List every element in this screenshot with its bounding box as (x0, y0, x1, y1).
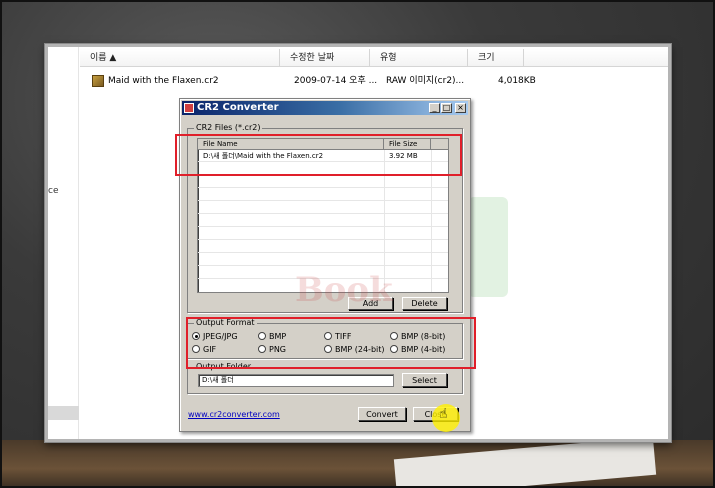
radio-gif-label: GIF (203, 345, 217, 354)
convert-button[interactable]: Convert (358, 407, 406, 421)
list-header-filesize[interactable]: File Size (384, 139, 431, 150)
file-type: RAW 이미지(cr2)... (386, 76, 465, 86)
column-name[interactable]: 이름 ▲ (80, 49, 280, 67)
radio-bmp-dot (258, 332, 266, 340)
navigation-pane: ce (48, 47, 79, 439)
radio-bmp-4bit-label: BMP (4-bit) (401, 345, 446, 354)
radio-png-dot (258, 345, 266, 353)
maximize-button[interactable]: □ (441, 103, 452, 113)
minimize-button[interactable]: _ (429, 103, 440, 113)
list-empty-row (198, 176, 448, 188)
folder-group-title: Output Folder (194, 362, 254, 371)
watermark-text: Book (295, 270, 393, 310)
list-empty-row (198, 189, 448, 201)
hand-cursor-icon: ☝ (439, 406, 448, 422)
radio-bmp-24bit[interactable]: BMP (24-bit) (324, 345, 385, 355)
output-folder-field[interactable]: D:\새 폴더 (198, 374, 394, 387)
radio-tiff-label: TIFF (335, 332, 352, 341)
column-size[interactable]: 크기 (468, 49, 524, 67)
list-empty-row (198, 241, 448, 253)
radio-bmp-4bit-dot (390, 345, 398, 353)
list-empty-row (198, 215, 448, 227)
list-empty-row (198, 254, 448, 266)
list-item[interactable]: D:\새 폴더\Maid with the Flaxen.cr2 3.92 MB (198, 150, 448, 162)
nav-selected-item[interactable] (48, 406, 79, 420)
radio-bmp-8bit[interactable]: BMP (8-bit) (390, 332, 445, 342)
file-size: 4,018KB (498, 76, 536, 86)
cr2-file-icon (92, 75, 104, 87)
delete-button[interactable]: Delete (402, 297, 447, 310)
radio-gif[interactable]: GIF (192, 345, 216, 355)
radio-bmp-24bit-dot (324, 345, 332, 353)
app-icon (184, 103, 194, 113)
list-item-name: D:\새 폴더\Maid with the Flaxen.cr2 (203, 152, 324, 160)
nav-fragment: ce (48, 186, 59, 196)
radio-bmp-label: BMP (269, 332, 287, 341)
file-name: Maid with the Flaxen.cr2 (108, 76, 219, 86)
explorer-window: ce 이름 ▲ 수정한 날짜 유형 크기 Maid with the Flaxe… (45, 44, 671, 442)
radio-tiff-dot (324, 332, 332, 340)
radio-jpeg-dot (192, 332, 200, 340)
close-icon[interactable]: × (455, 103, 466, 113)
file-row[interactable]: Maid with the Flaxen.cr2 2009-07-14 오후 .… (92, 73, 536, 89)
column-type[interactable]: 유형 (370, 49, 468, 67)
dialog-title: CR2 Converter (197, 102, 279, 113)
list-header-filename[interactable]: File Name (198, 139, 384, 150)
list-empty-row (198, 163, 448, 175)
column-header: 이름 ▲ 수정한 날짜 유형 크기 (80, 49, 668, 67)
dialog-titlebar[interactable]: CR2 Converter _ □ × (182, 101, 468, 115)
list-item-size: 3.92 MB (389, 152, 418, 160)
format-group-title: Output Format (194, 318, 257, 327)
radio-bmp-24bit-label: BMP (24-bit) (335, 345, 385, 354)
file-modified: 2009-07-14 오후 ... (294, 76, 378, 86)
website-link[interactable]: www.cr2converter.com (188, 410, 280, 419)
radio-tiff[interactable]: TIFF (324, 332, 351, 342)
select-button[interactable]: Select (402, 373, 447, 387)
radio-bmp-8bit-label: BMP (8-bit) (401, 332, 446, 341)
radio-bmp-8bit-dot (390, 332, 398, 340)
radio-png[interactable]: PNG (258, 345, 286, 355)
radio-bmp[interactable]: BMP (258, 332, 286, 342)
radio-jpeg-label: JPEG/JPG (203, 332, 238, 341)
radio-gif-dot (192, 345, 200, 353)
list-empty-row (198, 202, 448, 214)
watermark-figure-right (468, 197, 508, 297)
column-modified[interactable]: 수정한 날짜 (280, 49, 370, 67)
radio-bmp-4bit[interactable]: BMP (4-bit) (390, 345, 445, 355)
radio-jpeg[interactable]: JPEG/JPG (192, 332, 238, 342)
list-empty-row (198, 228, 448, 240)
files-group-title: CR2 Files (*.cr2) (194, 123, 263, 132)
radio-png-label: PNG (269, 345, 287, 354)
cr2-converter-dialog: CR2 Converter _ □ × CR2 Files (*.cr2) Fi… (175, 98, 476, 432)
list-header: File Name File Size (198, 139, 448, 150)
